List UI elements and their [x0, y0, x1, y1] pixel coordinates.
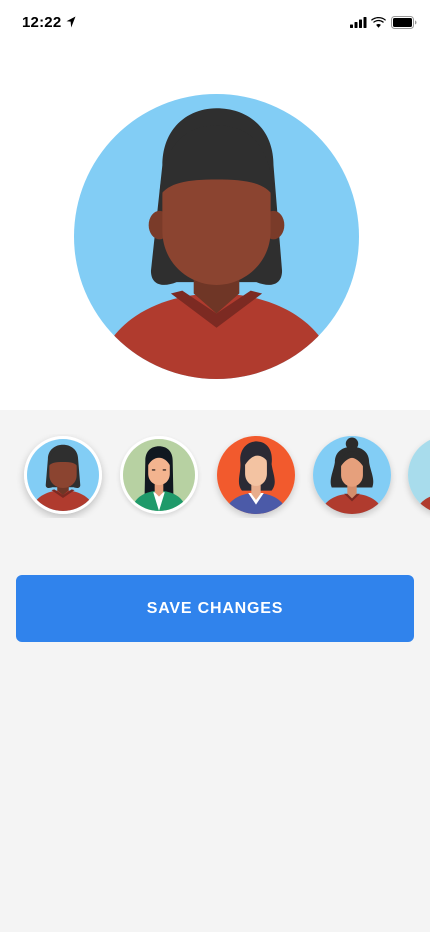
avatar-5-image: [408, 436, 430, 514]
avatar-option-5[interactable]: [408, 436, 430, 514]
avatar-option-3[interactable]: [217, 436, 295, 514]
profile-avatar-screen: 12:22 SAVE CHANGES: [0, 0, 430, 932]
selected-avatar-image: [74, 94, 359, 379]
avatar-1-image: [27, 439, 99, 511]
location-arrow-icon: [66, 16, 76, 28]
cellular-signal-icon: [350, 17, 367, 28]
avatar-chooser-panel: SAVE CHANGES: [0, 410, 430, 932]
avatar-2-image: [123, 439, 195, 511]
avatar-option-2[interactable]: [120, 436, 198, 514]
avatar-4-image: [313, 436, 391, 514]
selected-avatar-area: [0, 48, 430, 410]
wifi-icon: [371, 17, 386, 28]
avatar-option-4[interactable]: [313, 436, 391, 514]
battery-icon: [391, 16, 417, 29]
save-changes-button[interactable]: SAVE CHANGES: [16, 575, 414, 642]
avatar-option-1[interactable]: [24, 436, 102, 514]
avatar-3-image: [217, 436, 295, 514]
avatar-options-list: [0, 434, 430, 518]
status-bar: 12:22: [0, 0, 430, 48]
status-time: 12:22: [22, 14, 62, 31]
